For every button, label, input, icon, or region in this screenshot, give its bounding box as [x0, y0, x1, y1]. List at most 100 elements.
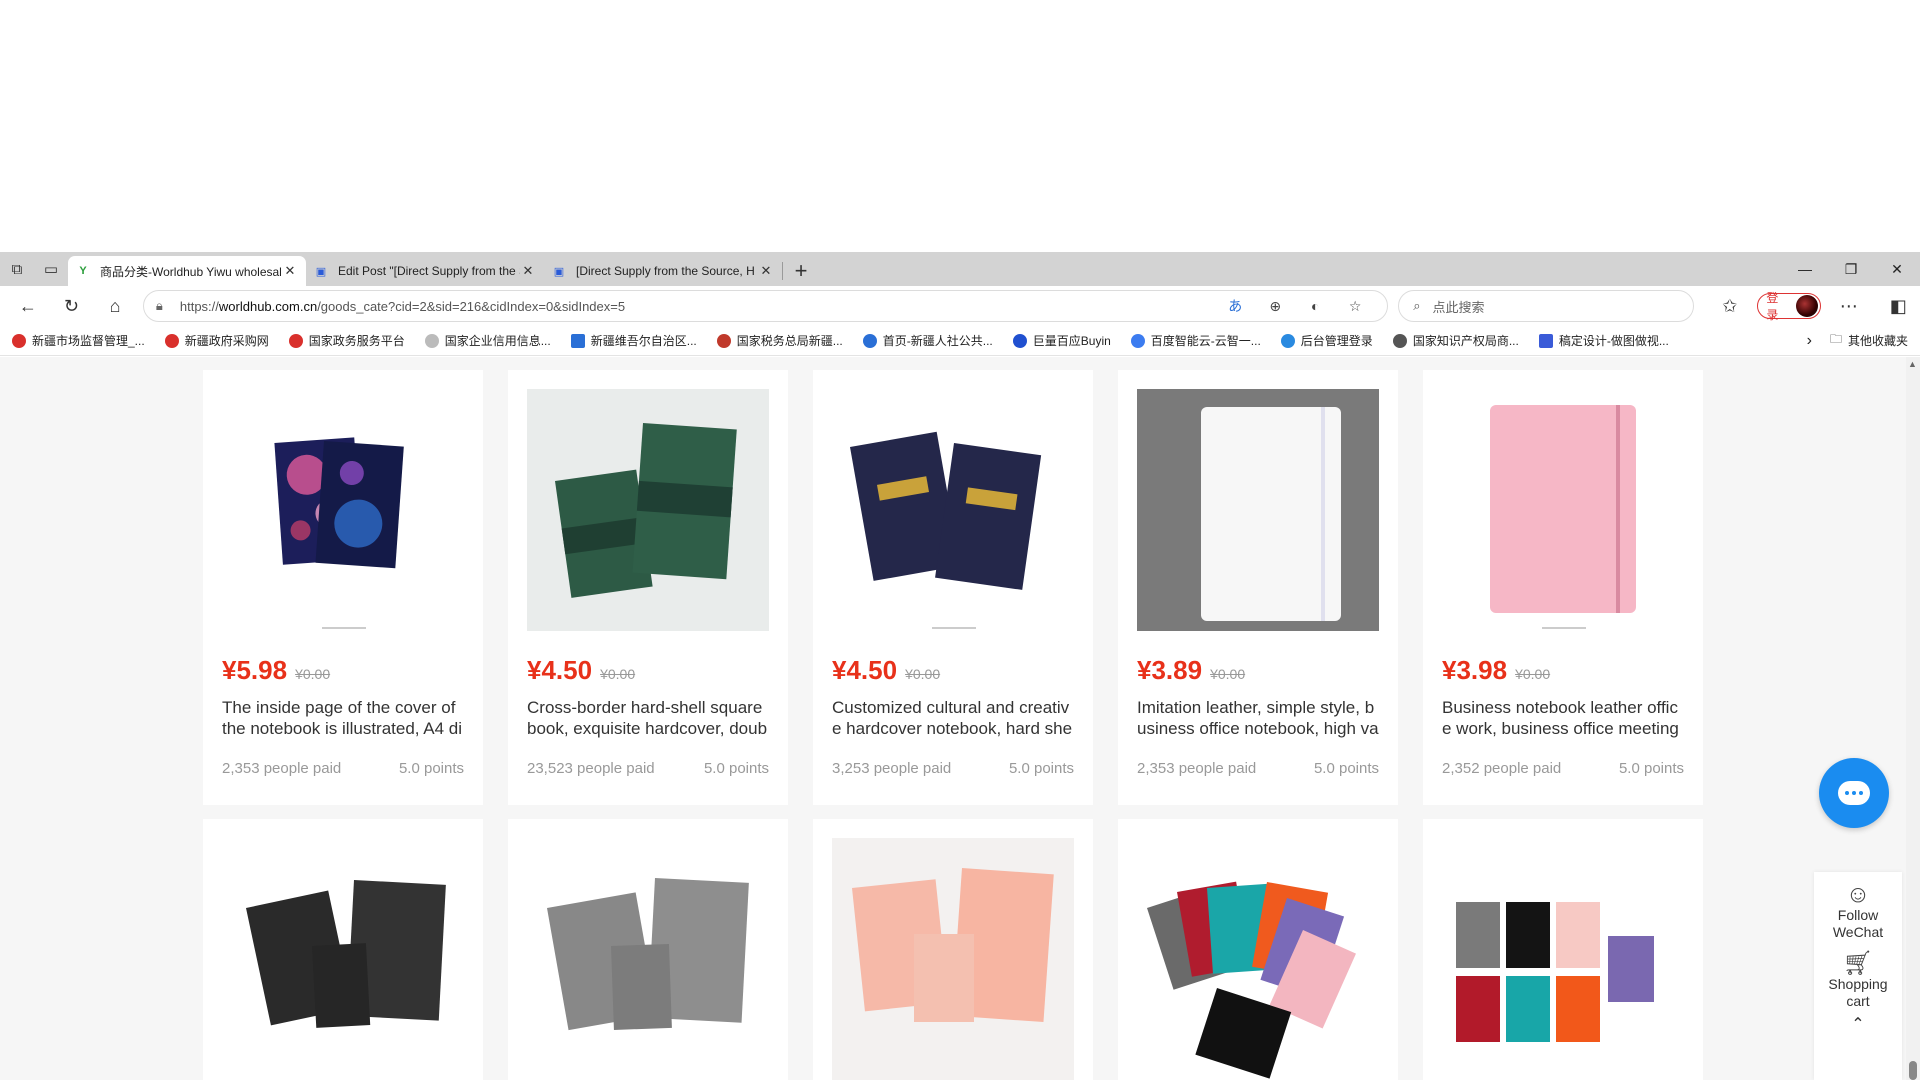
product-image[interactable]: [1137, 389, 1379, 631]
scrollbar[interactable]: ▲: [1906, 357, 1920, 1080]
product-card[interactable]: [1118, 819, 1398, 1080]
product-title[interactable]: Customized cultural and creative hardcov…: [832, 697, 1074, 743]
product-image[interactable]: [832, 838, 1074, 1080]
old-price: ¥0.00: [1210, 666, 1246, 682]
search-input[interactable]: ⌕ 点此搜索: [1398, 290, 1694, 322]
close-icon[interactable]: ✕: [282, 263, 298, 279]
bookmark-item[interactable]: 新疆政府采购网: [164, 332, 269, 349]
nav-right-tools: ✩ 登录 ⋯ ◧: [1708, 288, 1920, 324]
zoom-icon[interactable]: ⊕: [1255, 298, 1295, 315]
product-card[interactable]: [508, 819, 788, 1080]
tab-title: [Direct Supply from the Source, H: [576, 264, 755, 278]
old-price: ¥0.00: [905, 666, 941, 682]
shopping-cart-button[interactable]: 🛒︎ Shopping cart: [1814, 941, 1902, 1010]
product-image[interactable]: [1137, 838, 1379, 1080]
product-card[interactable]: [813, 819, 1093, 1080]
close-window-icon[interactable]: ✕: [1874, 252, 1920, 286]
product-card[interactable]: ¥3.98 ¥0.00 Business notebook leather of…: [1423, 370, 1703, 805]
other-bookmarks[interactable]: 🗀︎ 其他收藏夹: [1830, 330, 1908, 351]
url-text[interactable]: https://worldhub.com.cn/goods_cate?cid=2…: [180, 299, 1215, 314]
product-meta: 2,353 people paid 5.0 points: [1137, 760, 1379, 777]
product-meta: 3,253 people paid 5.0 points: [832, 760, 1074, 777]
bookmark-item[interactable]: 新疆市场监督管理_...: [12, 332, 145, 349]
product-image[interactable]: [1442, 389, 1684, 631]
tab-worldhub[interactable]: Y 商品分类-Worldhub Yiwu wholesale ✕: [68, 256, 306, 286]
bookmark-item[interactable]: 百度智能云-云智一...: [1130, 332, 1261, 349]
product-image[interactable]: [527, 838, 769, 1080]
cart-icon: 🛒︎: [1842, 950, 1874, 977]
bookmark-icon: [424, 333, 439, 348]
product-card[interactable]: ¥5.98 ¥0.00 The inside page of the cover…: [203, 370, 483, 805]
chevron-right-icon[interactable]: ›: [1807, 332, 1812, 350]
chat-icon: [1838, 781, 1870, 805]
bookmark-item[interactable]: 后台管理登录: [1280, 332, 1373, 349]
product-title[interactable]: Cross-border hard-shell square book, exq…: [527, 697, 769, 743]
navigation-bar: ← ↻ ⌂ 🔒︎ https://worldhub.com.cn/goods_c…: [0, 286, 1920, 326]
cloud-icon: [1280, 333, 1295, 348]
favorite-star-icon[interactable]: ☆: [1335, 298, 1375, 315]
scroll-top-button[interactable]: ⌃: [1814, 1010, 1902, 1033]
home-icon[interactable]: ⌂: [93, 288, 137, 324]
bookmark-icon: [1012, 333, 1027, 348]
product-meta: 2,353 people paid 5.0 points: [222, 760, 464, 777]
product-card[interactable]: [1423, 819, 1703, 1080]
product-card[interactable]: [203, 819, 483, 1080]
globe-icon: [1392, 333, 1407, 348]
old-price: ¥0.00: [600, 666, 636, 682]
product-image[interactable]: [222, 389, 464, 631]
product-card[interactable]: ¥4.50 ¥0.00 Customized cultural and crea…: [813, 370, 1093, 805]
product-image[interactable]: [832, 389, 1074, 631]
product-image[interactable]: [527, 389, 769, 631]
product-image[interactable]: [222, 838, 464, 1080]
product-image[interactable]: [1442, 838, 1684, 1080]
bookmark-item[interactable]: 稿定设计-做图做视...: [1538, 332, 1669, 349]
refresh-icon[interactable]: ↻: [50, 288, 94, 324]
translate-icon[interactable]: あ: [1215, 296, 1255, 316]
bookmark-item[interactable]: 巨量百应Buyin: [1012, 332, 1111, 349]
product-title[interactable]: Imitation leather, simple style, busines…: [1137, 697, 1379, 743]
scroll-up-icon[interactable]: ▲: [1908, 359, 1917, 369]
more-icon[interactable]: ⋯: [1827, 288, 1871, 324]
bookmark-item[interactable]: 新疆维吾尔自治区...: [570, 332, 697, 349]
back-arrow-icon[interactable]: ←: [6, 288, 50, 324]
product-title[interactable]: Business notebook leather office work, b…: [1442, 697, 1684, 743]
login-button[interactable]: 登录: [1757, 291, 1821, 322]
lock-icon[interactable]: 🔒︎: [156, 298, 180, 314]
sidebar-toggle-icon[interactable]: ◧: [1876, 288, 1920, 324]
rating-points: 5.0 points: [398, 760, 464, 777]
bookmark-item[interactable]: 国家知识产权局商...: [1392, 332, 1519, 349]
price: ¥3.89: [1137, 655, 1203, 685]
workspaces-icon[interactable]: ⧉: [0, 252, 34, 286]
bookmark-item[interactable]: 国家税务总局新疆...: [716, 332, 843, 349]
chat-button[interactable]: [1819, 758, 1889, 828]
paid-count: 2,352 people paid: [1442, 760, 1562, 777]
bookmark-item[interactable]: 国家政务服务平台: [288, 332, 405, 349]
bookmark-item[interactable]: 首页-新疆人社公共...: [862, 332, 993, 349]
close-icon[interactable]: ✕: [520, 263, 536, 279]
minimize-icon[interactable]: —: [1782, 252, 1828, 286]
product-card[interactable]: ¥3.89 ¥0.00 Imitation leather, simple st…: [1118, 370, 1398, 805]
restore-icon[interactable]: ❐: [1828, 252, 1874, 286]
favorites-icon[interactable]: ✩: [1708, 288, 1752, 324]
tab-actions-icon[interactable]: ▭: [34, 252, 68, 286]
close-icon[interactable]: ✕: [758, 263, 774, 279]
price-row: ¥4.50 ¥0.00: [527, 655, 635, 686]
rating-points: 5.0 points: [1313, 760, 1379, 777]
product-card[interactable]: ¥4.50 ¥0.00 Cross-border hard-shell squa…: [508, 370, 788, 805]
price-row: ¥5.98 ¥0.00: [222, 655, 330, 686]
price-row: ¥4.50 ¥0.00: [832, 655, 940, 686]
bookmark-item[interactable]: 国家企业信用信息...: [424, 332, 551, 349]
follow-wechat-button[interactable]: ☺ Follow WeChat: [1814, 872, 1902, 941]
folder-icon: 🗀︎: [1829, 332, 1842, 346]
tab-strip: ⧉ ▭ Y 商品分类-Worldhub Yiwu wholesale ✕ ▣ E…: [0, 252, 1920, 286]
product-title[interactable]: The inside page of the cover of the note…: [222, 697, 464, 743]
tab-direct-supply[interactable]: ▣ [Direct Supply from the Source, H ✕: [544, 256, 782, 286]
tab-edit-post[interactable]: ▣ Edit Post "[Direct Supply from the Sou…: [306, 256, 544, 286]
new-tab-button[interactable]: +: [783, 256, 819, 286]
shopping-cart-label: Shopping cart: [1828, 976, 1888, 1009]
edge-refresh-icon[interactable]: ◐: [1295, 298, 1335, 314]
scroll-thumb[interactable]: [1909, 1061, 1917, 1080]
address-bar[interactable]: 🔒︎ https://worldhub.com.cn/goods_cate?ci…: [142, 290, 1389, 322]
price: ¥3.98: [1442, 655, 1508, 685]
paid-count: 2,353 people paid: [1137, 760, 1257, 777]
